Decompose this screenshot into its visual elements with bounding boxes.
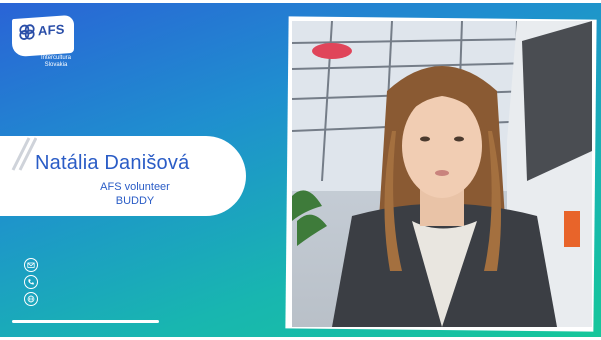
speaker-role-line2: BUDDY bbox=[115, 195, 155, 207]
speaker-role-line1: AFS volunteer bbox=[100, 181, 170, 193]
speaker-role: AFS volunteer BUDDY bbox=[55, 180, 215, 208]
mail-icon[interactable] bbox=[24, 258, 38, 272]
globe-icon[interactable] bbox=[24, 292, 38, 306]
video-slide: AFS Intercultura Slovakia Natália Danišo… bbox=[0, 0, 601, 340]
speaker-name: Natália Danišová bbox=[35, 152, 190, 174]
afs-logo: AFS bbox=[12, 14, 74, 58]
logo-sub-line2: Slovakia bbox=[44, 62, 68, 68]
decorative-slashes bbox=[11, 137, 37, 171]
video-progress-bar[interactable] bbox=[12, 320, 159, 323]
contact-icons bbox=[24, 258, 40, 309]
webcam-scene bbox=[292, 21, 592, 327]
afs-knot-icon bbox=[19, 24, 35, 40]
logo-sub-line1: Intercultura bbox=[41, 55, 72, 61]
logo-wordmark: AFS bbox=[38, 21, 65, 39]
logo-subtitle: Intercultura Slovakia bbox=[41, 55, 71, 69]
webcam-video bbox=[292, 21, 592, 327]
phone-icon[interactable] bbox=[24, 275, 38, 289]
top-border bbox=[0, 0, 601, 3]
